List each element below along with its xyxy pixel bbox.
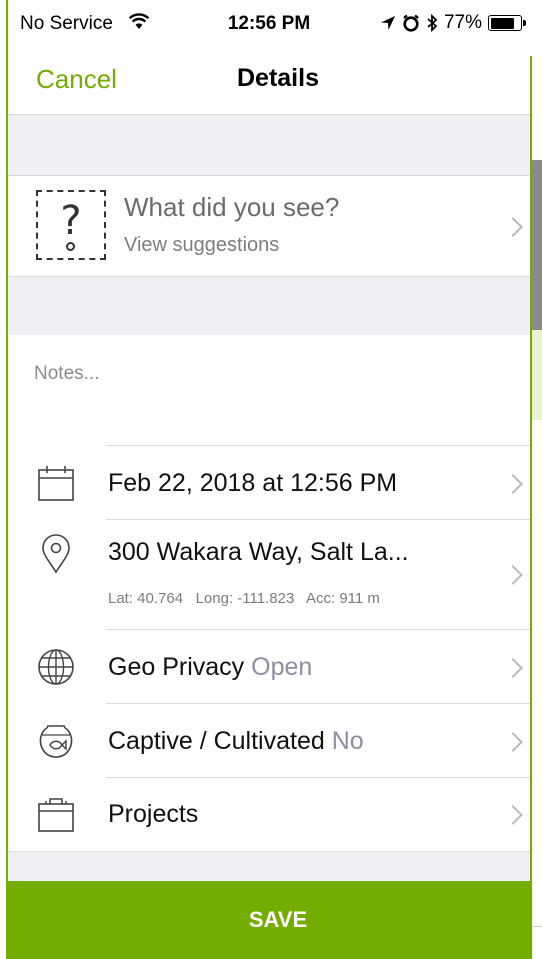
map-pin-icon [42,534,70,574]
chevron-right-icon [503,732,523,752]
date-row[interactable]: Feb 22, 2018 at 12:56 PM [8,446,530,520]
geo-privacy-value: Open [251,653,313,681]
save-button-label: SAVE [248,907,308,932]
chevron-right-icon [503,217,523,237]
save-button[interactable]: SAVE [8,881,530,959]
globe-icon [38,649,74,685]
species-chooser-row[interactable]: ? What did you see? View suggestions [8,176,530,276]
view-suggestions-link[interactable]: View suggestions [124,234,279,257]
geo-privacy-label: Geo Privacy Open [108,653,312,682]
section-spacer [8,115,530,176]
latitude-value: Lat: 40.764 [108,590,184,607]
battery-icon [488,15,526,31]
geo-privacy-row[interactable]: Geo Privacy Open [8,630,530,704]
notes-placeholder: Notes... [34,363,100,384]
species-prompt: What did you see? [124,192,340,222]
bluetooth-icon [427,14,438,32]
background-highlight-peek [532,330,542,420]
location-row[interactable]: 300 Wakara Way, Salt La... Lat: 40.764 L… [8,520,530,630]
background-divider-peek [532,926,542,927]
battery-percent: 77% [443,12,482,33]
alarm-icon [403,14,419,32]
location-arrow-icon [380,16,395,30]
section-spacer [8,276,530,336]
calendar-icon [38,466,74,501]
status-bar: No Service 12:56 PM 77% [8,0,530,46]
geo-privacy-title: Geo Privacy [108,653,245,681]
chevron-right-icon [503,805,523,825]
chevron-right-icon [503,565,523,585]
captive-label: Captive / Cultivated No [108,727,364,756]
chevron-right-icon [503,658,523,678]
fishbowl-icon [39,725,73,758]
page-title: Details [237,64,319,92]
captive-cultivated-row[interactable]: Captive / Cultivated No [8,704,530,778]
longitude-value: Long: -111.823 [195,590,295,607]
notes-field[interactable]: Notes... [8,335,530,445]
unknown-species-icon: ? [36,190,106,260]
chevron-right-icon [503,474,523,494]
projects-label: Projects [108,800,199,828]
background-image-peek [532,160,542,330]
location-label: 300 Wakara Way, Salt La... [108,538,409,566]
accuracy-value: Acc: 911 m [305,590,380,607]
date-label: Feb 22, 2018 at 12:56 PM [108,469,398,497]
section-spacer [8,851,530,882]
projects-row[interactable]: Projects [8,778,530,851]
navigation-bar: Cancel Details [8,46,530,115]
captive-value: No [331,727,364,755]
location-coordinates: Lat: 40.764 Long: -111.823 Acc: 911 m [108,590,380,607]
briefcase-icon [38,798,74,832]
captive-title: Captive / Cultivated [108,727,325,755]
status-right-group: 77% [380,12,526,34]
details-sheet: No Service 12:56 PM 77% Cancel Details ?… [8,0,530,959]
